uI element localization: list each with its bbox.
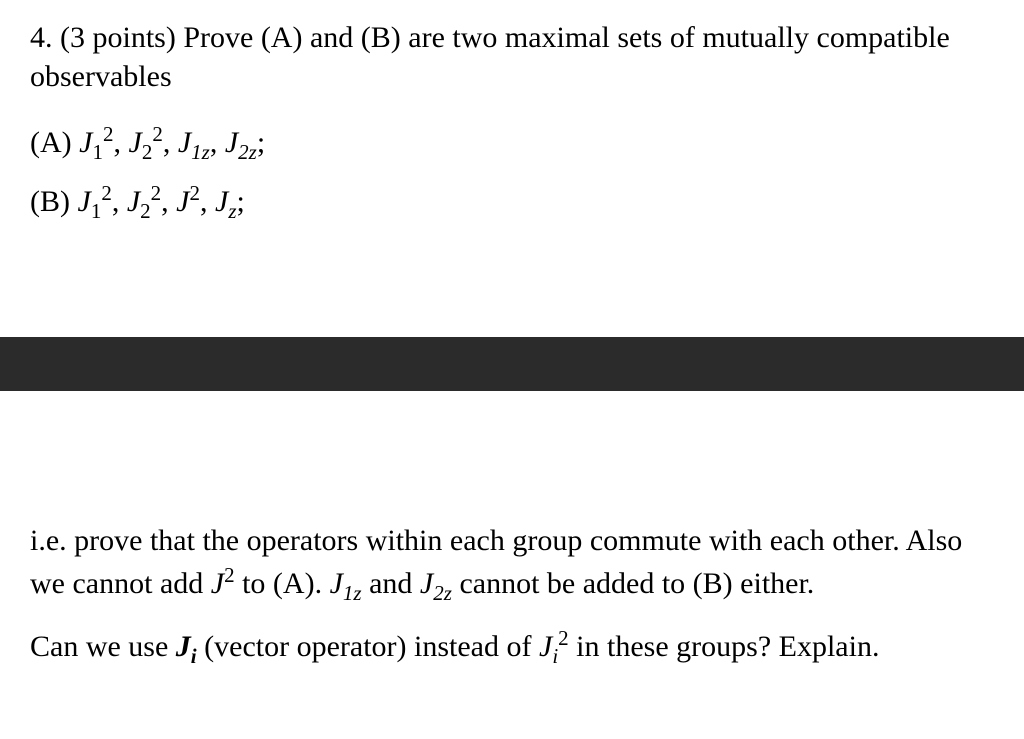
J-squared: J2 xyxy=(176,185,200,218)
problem-top-section: 4. (3 points) Prove (A) and (B) are two … xyxy=(0,0,1024,227)
J1-squared: J12 xyxy=(79,126,113,159)
set-a-line: (A) J12, J22, J1z, J2z; xyxy=(30,120,994,167)
set-b-label: (B) xyxy=(30,185,78,218)
J1z: J1z xyxy=(178,126,210,159)
J2z: J2z xyxy=(225,126,257,159)
Ji-squared: Ji2 xyxy=(539,630,569,663)
J1-squared-b: J12 xyxy=(78,185,112,218)
problem-number: 4. (3 points) xyxy=(30,21,183,54)
Jz: Jz xyxy=(215,185,237,218)
horizontal-divider xyxy=(0,337,1024,391)
set-a-label: (A) xyxy=(30,126,79,159)
J2-squared: J22 xyxy=(128,126,162,159)
J2-squared-b: J22 xyxy=(127,185,161,218)
J2z-inline: J2z xyxy=(420,567,452,600)
problem-statement: 4. (3 points) Prove (A) and (B) are two … xyxy=(30,18,994,96)
set-b-line: (B) J12, J22, J2, Jz; xyxy=(30,179,994,226)
J-squared-inline: J2 xyxy=(211,567,235,600)
problem-bottom-section: i.e. prove that the operators within eac… xyxy=(0,521,1024,690)
clarification-text: i.e. prove that the operators within eac… xyxy=(30,521,994,608)
J1z-inline: J1z xyxy=(330,567,362,600)
final-question: Can we use Ji (vector operator) instead … xyxy=(30,624,994,670)
Ji-vector: Ji xyxy=(176,630,197,663)
